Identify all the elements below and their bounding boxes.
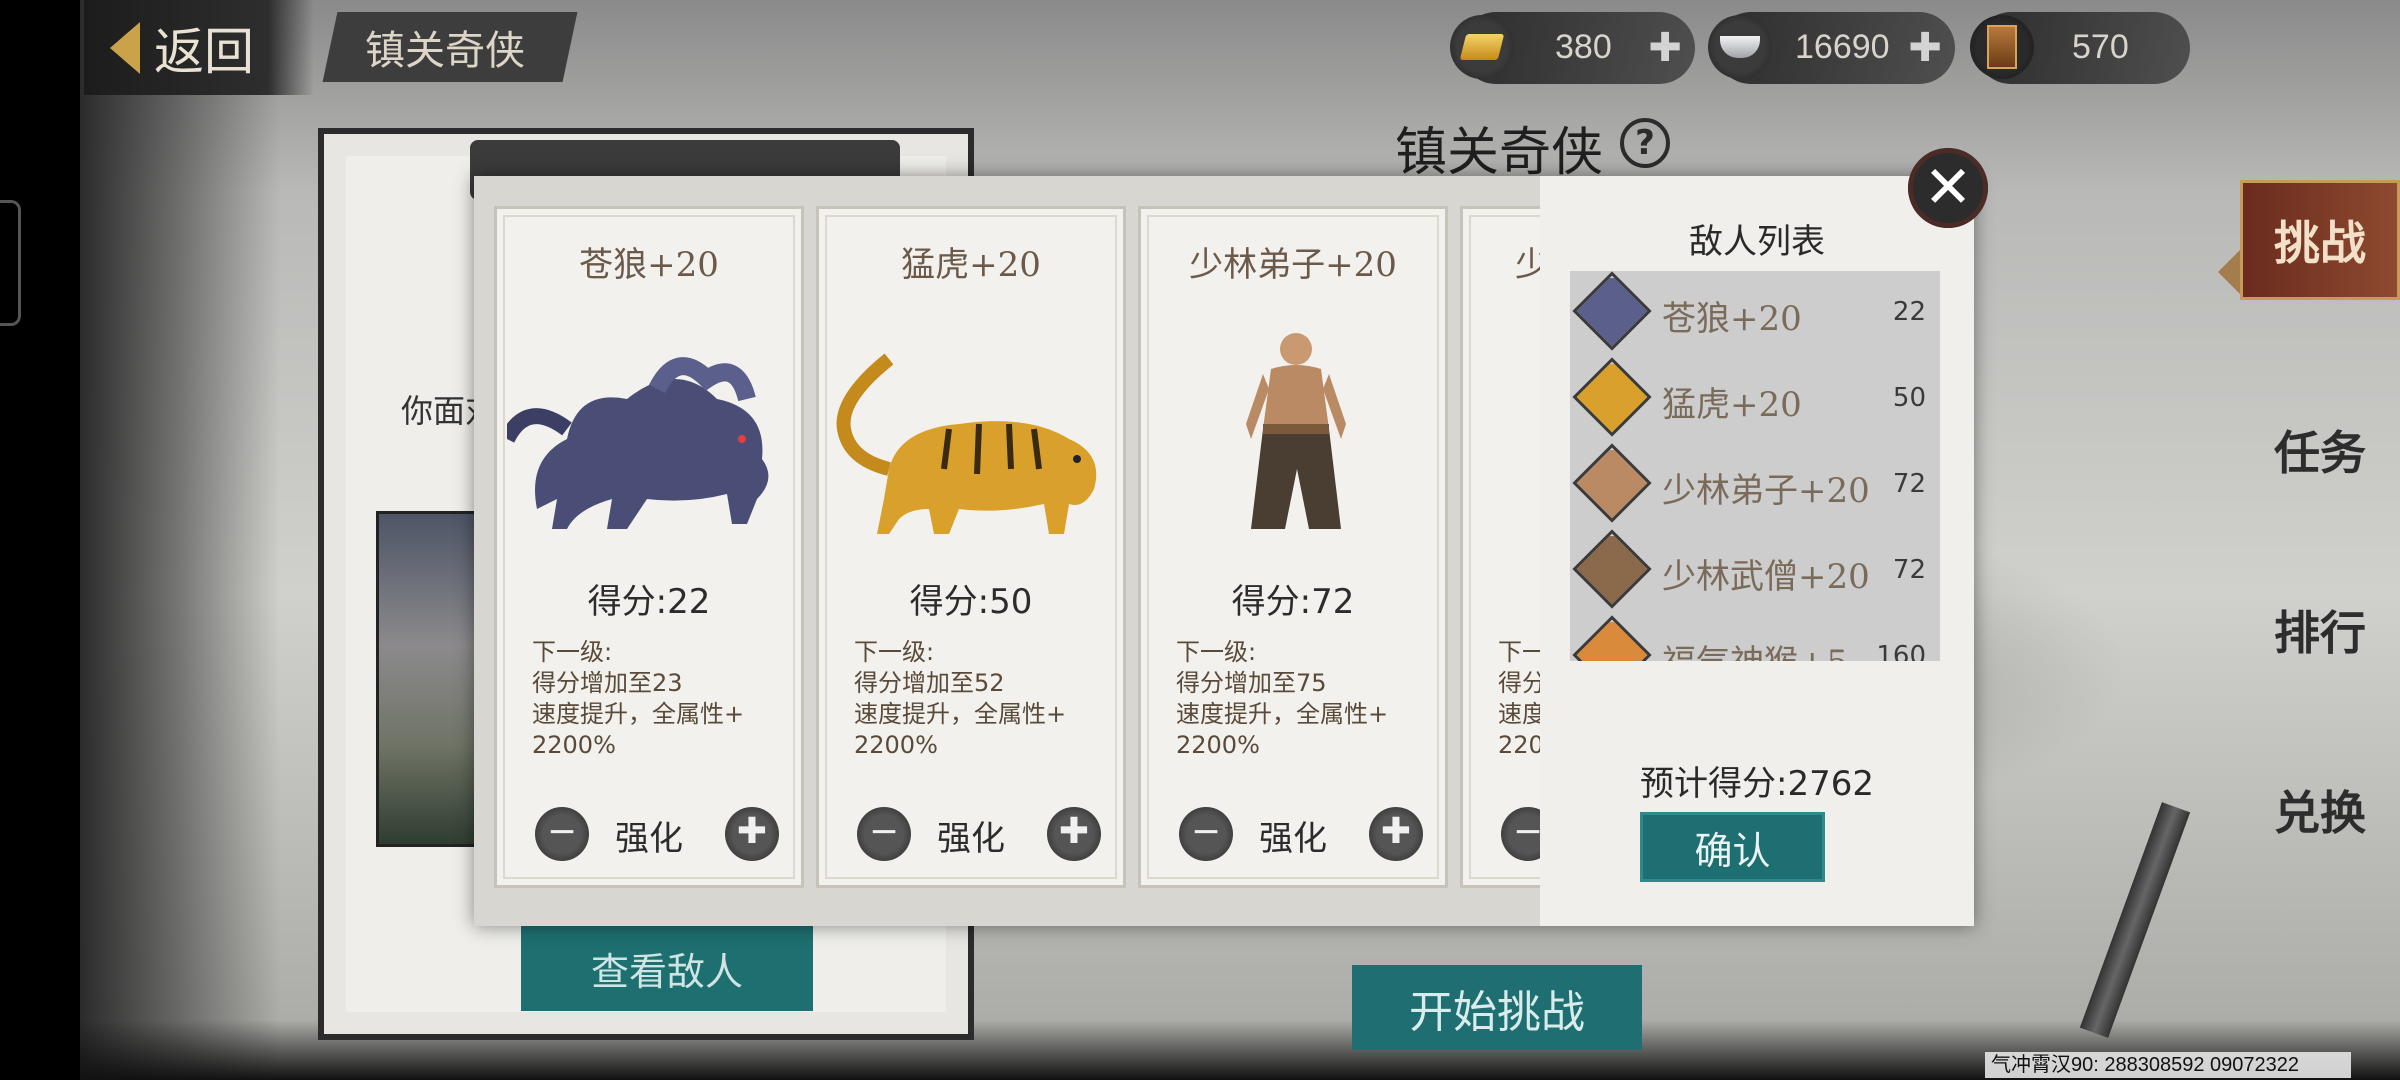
enemy-score: 22 xyxy=(1892,297,1926,327)
enemy-card-partial: 少 下一 得分 速度 2200 − xyxy=(1460,206,1540,888)
desc-line: 速度提升，全属性+ xyxy=(854,700,1067,728)
monk-illustration xyxy=(1151,319,1435,559)
tiger-illustration xyxy=(829,319,1113,559)
card-name: 苍狼+20 xyxy=(579,245,719,285)
desc-line: 2200% xyxy=(854,731,938,759)
card-name: 猛虎+20 xyxy=(901,245,1041,285)
increase-button[interactable]: ✚ xyxy=(725,807,779,861)
ink-wash-left xyxy=(80,0,280,1080)
monk-avatar xyxy=(1572,443,1652,523)
enemy-list-panel: 敌人列表 苍狼+20 22 猛虎+20 50 少林弟子+20 72 少林武僧+2… xyxy=(1540,176,1974,926)
tiger-avatar xyxy=(1572,357,1652,437)
help-icon[interactable]: ? xyxy=(1620,118,1670,168)
increase-button[interactable]: ✚ xyxy=(1369,807,1423,861)
desc-line: 得分 xyxy=(1498,669,1540,697)
desc-line: 速度 xyxy=(1498,700,1540,728)
back-button[interactable]: 返回 xyxy=(84,0,314,95)
enemy-name: 苍狼+20 xyxy=(1662,299,1802,339)
confirm-button[interactable]: 确认 xyxy=(1640,812,1825,882)
enemy-score: 160 xyxy=(1876,641,1926,661)
enemy-enhance-modal: 苍狼+20 得分:22 下一级: 得分增加至23 速度提升，全属性+ 2200%… xyxy=(474,176,1974,926)
close-icon[interactable]: ✕ xyxy=(1908,148,1988,228)
enhance-control: − 强化 ✚ xyxy=(819,803,1123,863)
card-name: 少 xyxy=(1515,245,1540,285)
side-nav: 挑战 任务 排行 兑换 xyxy=(2240,180,2400,910)
list-item[interactable]: 少林弟子+20 72 xyxy=(1570,443,1940,529)
enemy-score: 50 xyxy=(1892,383,1926,413)
enhance-control: − xyxy=(1463,803,1540,863)
desc-line: 速度提升，全属性+ xyxy=(1176,700,1389,728)
card-score: 得分:72 xyxy=(1231,582,1355,622)
list-item[interactable]: 猛虎+20 50 xyxy=(1570,357,1940,443)
start-challenge-button[interactable]: 开始挑战 xyxy=(1352,965,1642,1050)
gold-ingot-icon xyxy=(1450,15,1514,79)
card-description: 下一 得分 速度 2200 xyxy=(1498,637,1540,761)
increase-button[interactable]: ✚ xyxy=(1047,807,1101,861)
desc-title: 下一级: xyxy=(532,638,613,666)
warrior-monk-avatar xyxy=(1572,529,1652,609)
enemy-list[interactable]: 苍狼+20 22 猛虎+20 50 少林弟子+20 72 少林武僧+20 72 … xyxy=(1570,271,1940,661)
card-description: 下一级: 得分增加至75 速度提升，全属性+ 2200% xyxy=(1176,637,1425,761)
desc-title: 下一级: xyxy=(1176,638,1257,666)
gold-value: 380 xyxy=(1555,28,1612,66)
enemy-score: 72 xyxy=(1892,469,1926,499)
desc-line: 2200% xyxy=(532,731,616,759)
desc-title: 下一 xyxy=(1498,638,1540,666)
enemy-card-shaolin-disciple: 少林弟子+20 得分:72 下一级: 得分增加至75 速度提升，全属性+ 220… xyxy=(1138,206,1448,888)
side-nav-tasks[interactable]: 任务 xyxy=(2240,390,2400,510)
enemy-name: 少林武僧+20 xyxy=(1662,557,1870,597)
monkey-avatar xyxy=(1572,615,1652,661)
token-icon xyxy=(1970,15,2034,79)
side-nav-challenge[interactable]: 挑战 xyxy=(2240,180,2400,300)
list-item[interactable]: 少林武僧+20 72 xyxy=(1570,529,1940,615)
card-description: 下一级: 得分增加至23 速度提升，全属性+ 2200% xyxy=(532,637,781,761)
list-item[interactable]: 苍狼+20 22 xyxy=(1570,271,1940,357)
silver-ingot-icon xyxy=(1708,15,1772,79)
gold-add-button[interactable]: ✚ xyxy=(1645,28,1685,68)
enemy-card-wolf: 苍狼+20 得分:22 下一级: 得分增加至23 速度提升，全属性+ 2200%… xyxy=(494,206,804,888)
decrease-button[interactable]: − xyxy=(1501,807,1540,861)
silver-add-button[interactable]: ✚ xyxy=(1905,28,1945,68)
card-score: 得分:50 xyxy=(909,582,1033,622)
list-item[interactable]: 福气神猴+5 160 xyxy=(1570,615,1940,661)
desc-line: 2200 xyxy=(1498,731,1540,759)
enemy-name: 猛虎+20 xyxy=(1662,385,1802,425)
edge-handle xyxy=(0,200,21,326)
back-arrow-icon xyxy=(110,21,140,74)
card-carousel[interactable]: 苍狼+20 得分:22 下一级: 得分增加至23 速度提升，全属性+ 2200%… xyxy=(474,176,1540,926)
side-nav-ranking[interactable]: 排行 xyxy=(2240,570,2400,690)
enhance-control: − 强化 ✚ xyxy=(497,803,801,863)
desc-line: 得分增加至52 xyxy=(854,669,1005,697)
enhance-control: − 强化 ✚ xyxy=(1141,803,1445,863)
enemy-name: 福气神猴+5 xyxy=(1662,635,1848,661)
desc-line: 得分增加至75 xyxy=(1176,669,1327,697)
desc-line: 速度提升，全属性+ xyxy=(532,700,745,728)
page-title: 镇关奇侠 xyxy=(365,28,525,74)
estimated-score: 预计得分:2762 xyxy=(1640,764,1874,804)
enemy-card-tiger: 猛虎+20 得分:50 下一级: 得分增加至52 速度提升，全属性+ 2200%… xyxy=(816,206,1126,888)
watermark-text: 气冲霄汉90: 288308592 09072322 xyxy=(1985,1052,2351,1078)
enemy-list-title: 敌人列表 xyxy=(1689,222,1825,262)
back-label: 返回 xyxy=(154,22,254,81)
card-score: 得分:22 xyxy=(587,582,711,622)
main-title: 镇关奇侠 xyxy=(1395,123,1604,183)
desc-line: 得分增加至23 xyxy=(532,669,683,697)
view-enemy-button[interactable]: 查看敌人 xyxy=(521,926,813,1011)
enemy-name: 少林弟子+20 xyxy=(1662,471,1870,511)
desc-line: 2200% xyxy=(1176,731,1260,759)
desc-title: 下一级: xyxy=(854,638,935,666)
card-description: 下一级: 得分增加至52 速度提升，全属性+ 2200% xyxy=(854,637,1103,761)
enemy-score: 72 xyxy=(1892,555,1926,585)
wolf-avatar xyxy=(1572,271,1652,351)
side-nav-exchange[interactable]: 兑换 xyxy=(2240,750,2400,870)
silver-value: 16690 xyxy=(1795,28,1890,66)
wolf-illustration xyxy=(499,319,791,559)
token-value: 570 xyxy=(2072,28,2129,66)
card-name: 少林弟子+20 xyxy=(1189,245,1397,285)
